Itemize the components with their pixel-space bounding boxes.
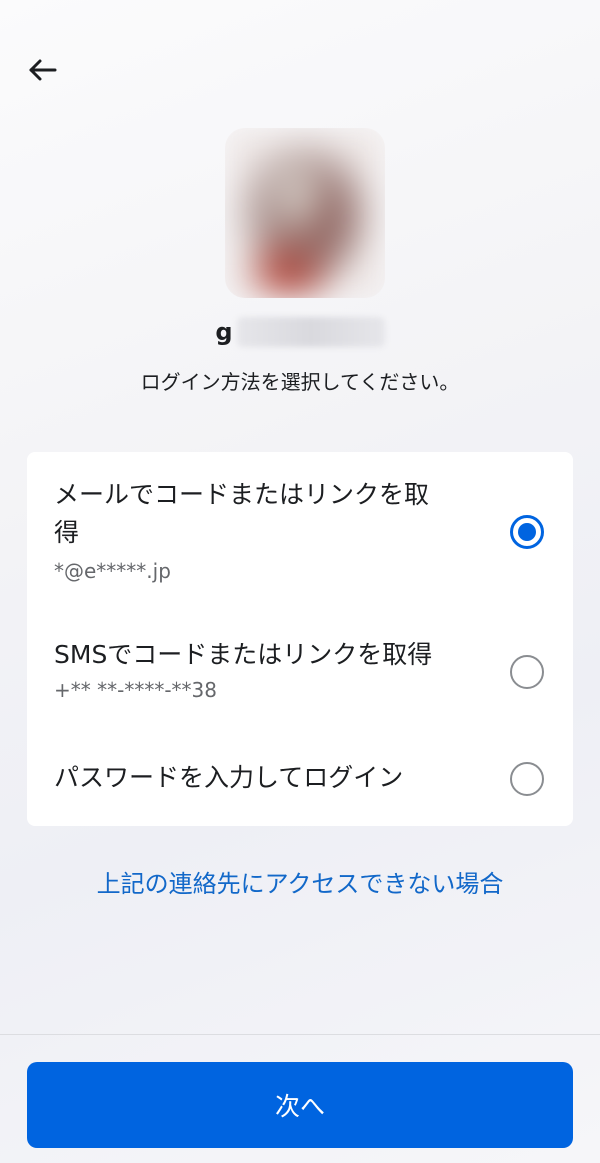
radio-unselected-icon[interactable] <box>510 655 544 689</box>
option-password-login[interactable]: パスワードを入力してログイン <box>27 722 573 826</box>
radio-selected-icon[interactable] <box>510 515 544 549</box>
avatar <box>225 128 385 298</box>
page-subtitle: ログイン方法を選択してください。 <box>140 370 460 394</box>
avatar-image-blurred <box>225 128 385 298</box>
back-button[interactable] <box>22 52 62 88</box>
arrow-left-icon <box>29 59 57 81</box>
option-email-title-line1: メールでコードまたはリンクを取 <box>54 480 430 509</box>
option-password-title: パスワードを入力してログイン <box>54 763 404 792</box>
option-email-detail: *@e*****.jp <box>54 559 171 583</box>
option-sms-code[interactable]: SMSでコードまたはリンクを取得 +** **-****-**38 <box>27 612 573 722</box>
radio-unselected-icon[interactable] <box>510 762 544 796</box>
cannot-access-contact-link[interactable]: 上記の連絡先にアクセスできない場合 <box>0 864 600 899</box>
option-email-title-line2: 得 <box>54 518 80 547</box>
login-options-card: メールでコードまたはリンクを取 得 *@e*****.jp SMSでコードまたは… <box>27 452 573 826</box>
option-sms-detail: +** **-****-**38 <box>54 678 217 702</box>
next-button[interactable]: 次へ <box>27 1062 573 1148</box>
username: g <box>0 312 600 352</box>
username-visible-text: g <box>215 318 233 346</box>
option-email-code[interactable]: メールでコードまたはリンクを取 得 *@e*****.jp <box>27 452 573 612</box>
option-sms-title: SMSでコードまたはリンクを取得 <box>54 640 433 669</box>
footer-divider <box>0 1034 600 1035</box>
username-blur-mask <box>236 317 385 347</box>
